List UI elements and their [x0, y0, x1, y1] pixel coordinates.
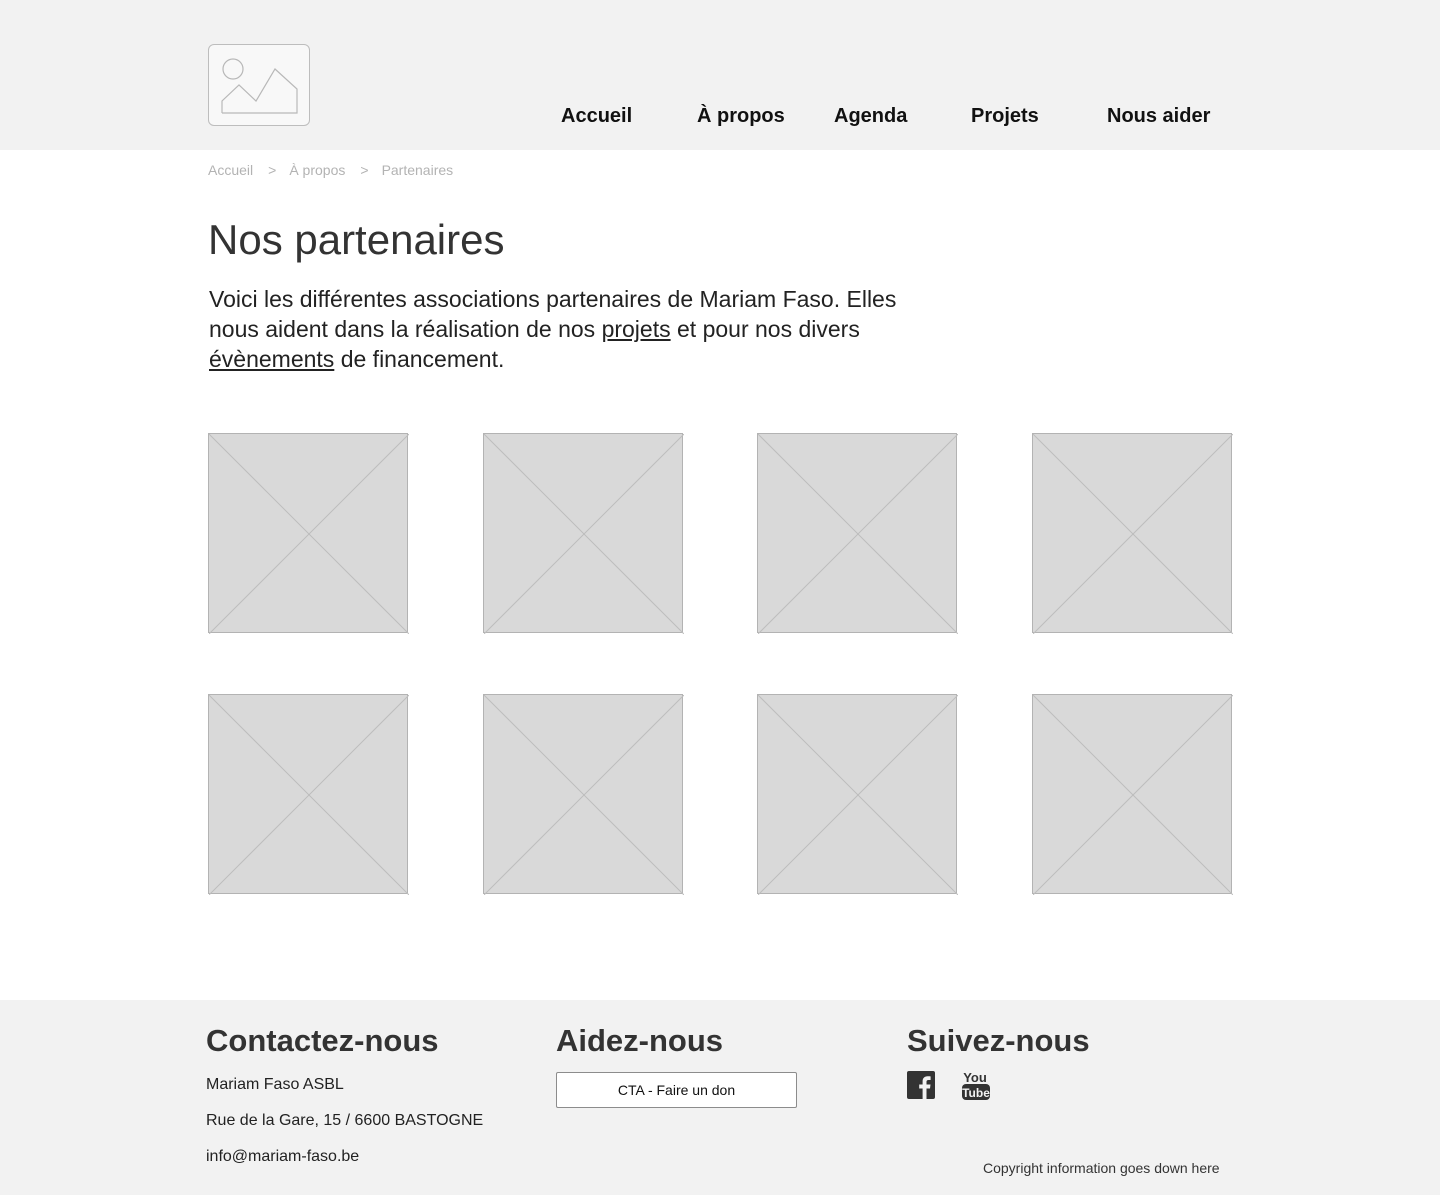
image-icon: [221, 58, 298, 114]
help-heading: Aidez-nous: [556, 1023, 724, 1058]
partner-logo-placeholder[interactable]: [757, 433, 958, 634]
partner-logo-placeholder[interactable]: [208, 694, 409, 895]
image-placeholder-icon: [758, 695, 958, 895]
svg-text:Tube: Tube: [962, 1086, 990, 1100]
contact-address: Rue de la Gare, 15 / 6600 BASTOGNE: [206, 1112, 484, 1129]
contact-email[interactable]: info@mariam-faso.be: [206, 1147, 359, 1167]
breadcrumb-item-current: Partenaires: [381, 162, 454, 178]
intro-text: et pour nos divers: [670, 316, 860, 342]
projets-link[interactable]: projets: [602, 316, 671, 342]
nav-item-projets[interactable]: Projets: [971, 104, 1039, 128]
image-placeholder-icon: [758, 434, 958, 634]
partner-logo-placeholder[interactable]: [208, 433, 409, 634]
nav-item-nous-aider[interactable]: Nous aider: [1107, 104, 1210, 128]
breadcrumb-separator: >: [268, 162, 277, 178]
logo-image-placeholder[interactable]: [208, 44, 310, 126]
partner-logo-placeholder[interactable]: [483, 433, 684, 634]
image-placeholder-icon: [484, 434, 684, 634]
follow-heading: Suivez-nous: [907, 1023, 1090, 1058]
nav-item-a-propos[interactable]: À propos: [697, 104, 785, 128]
image-placeholder-icon: [484, 695, 684, 895]
site-header: Accueil À propos Agenda Projets Nous aid…: [0, 0, 1440, 150]
breadcrumb-item-a-propos[interactable]: À propos: [289, 161, 345, 179]
contact-name: Mariam Faso ASBL: [206, 1076, 344, 1093]
evenements-link[interactable]: évènements: [209, 346, 334, 372]
image-placeholder-icon: [1033, 434, 1233, 634]
youtube-icon[interactable]: You Tube: [962, 1068, 990, 1106]
partner-logo-placeholder[interactable]: [757, 694, 958, 895]
partner-logo-placeholder[interactable]: [483, 694, 684, 895]
contact-heading: Contactez-nous: [206, 1023, 439, 1058]
partner-logo-placeholder[interactable]: [1032, 433, 1233, 634]
svg-text:You: You: [963, 1070, 987, 1085]
breadcrumb: Accueil > À propos > Partenaires: [208, 161, 453, 179]
donate-button[interactable]: CTA - Faire un don: [556, 1072, 797, 1108]
image-placeholder-icon: [1033, 695, 1233, 895]
intro-text: de financement.: [334, 346, 505, 372]
nav-item-agenda[interactable]: Agenda: [834, 104, 907, 128]
breadcrumb-separator: >: [360, 162, 369, 178]
partner-logo-placeholder[interactable]: [1032, 694, 1233, 895]
copyright-text: Copyright information goes down here: [983, 1160, 1220, 1176]
image-placeholder-icon: [209, 695, 409, 895]
facebook-icon[interactable]: [907, 1071, 935, 1104]
page-title: Nos partenaires: [208, 216, 505, 263]
intro-paragraph: Voici les différentes associations parte…: [209, 284, 949, 374]
image-placeholder-icon: [209, 434, 409, 634]
breadcrumb-item-accueil[interactable]: Accueil: [208, 161, 253, 179]
nav-item-accueil[interactable]: Accueil: [561, 104, 632, 128]
